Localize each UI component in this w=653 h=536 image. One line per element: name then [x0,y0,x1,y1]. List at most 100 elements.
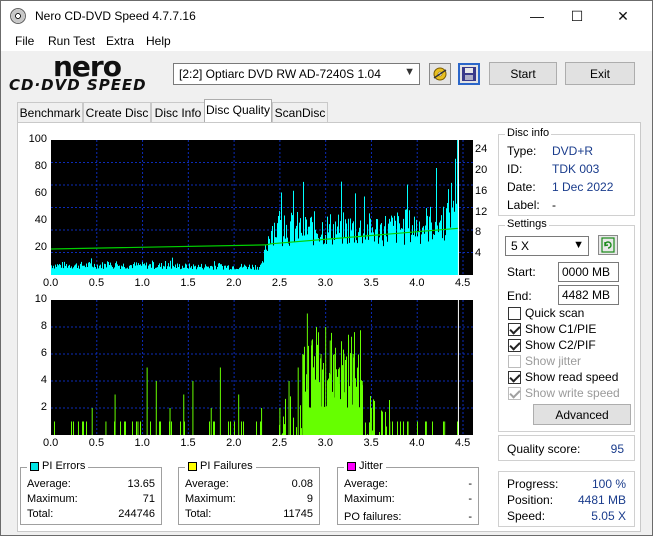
pi-failures-average-label: Average: [185,478,229,490]
checkbox-box[interactable] [508,322,521,336]
tab-scandisc[interactable]: ScanDisc [272,102,328,122]
pi-errors-total-label: Total: [27,508,54,520]
x-tick-label: 2.5 [271,437,288,449]
speed-value: 5.05 X [591,509,626,523]
advanced-button[interactable]: Advanced [533,404,631,425]
x-tick-label: 0.0 [43,277,59,289]
disc-date: 1 Dec 2022 [552,180,614,194]
tab-disc-quality[interactable]: Disc Quality [204,99,272,123]
checkbox-show-c2-pif[interactable]: Show C2/PIF [508,338,596,352]
tab-disc-info[interactable]: Disc Info [151,102,205,122]
pi-errors-average-label: Average: [27,478,71,490]
jitter-maximum-label: Maximum: [344,493,395,505]
x-tick-label: 2.5 [271,277,288,289]
quality-group: Quality score: 95 [498,435,635,461]
checkbox-label: Show jitter [525,354,582,368]
jitter-average: - [468,478,472,490]
checkbox-box [508,354,521,368]
pi-errors-stats: PI Errors Average: 13.65 Maximum: 71 Tot… [20,460,162,525]
progress-value: 100 % [591,477,626,491]
checkbox-box[interactable] [508,338,521,352]
x-tick-label: 0.0 [43,437,59,449]
disc-id: TDK 003 [552,162,600,176]
chevron-down-icon: ▼ [573,239,584,251]
speed-select[interactable]: 5 X ▼ [505,236,589,256]
quality-score-label: Quality score: [507,442,581,456]
y-tick-label: 4 [40,374,47,386]
start-button[interactable]: Start [489,62,557,85]
pi-errors-total: 244746 [118,508,155,520]
start-label: Start: [507,265,536,279]
x-tick-label: 0.5 [88,437,105,449]
eject-button[interactable] [429,63,451,85]
y-tick-label: 2 [40,401,47,413]
refresh-icon [601,237,615,253]
y2-tick-label: 20 [475,164,488,177]
x-tick-label: 4.0 [409,437,425,449]
x-tick-label: 1.0 [134,277,150,289]
y-tick-label: 8 [40,320,47,332]
exit-button[interactable]: Exit [565,62,635,85]
x-tick-label: 4.5 [455,437,471,449]
menu-extra[interactable]: Extra [106,34,134,48]
jitter-swatch [347,461,356,471]
checkbox-show-c1-pie[interactable]: Show C1/PIE [508,322,596,336]
po-failures-label: PO failures: [344,511,402,523]
menu-file[interactable]: File [15,34,34,48]
start-input[interactable]: 0000 MB [558,262,619,282]
jitter-legend: Jitter [344,460,386,472]
chevron-down-icon: ▼ [404,66,415,78]
pi-errors-title: PI Errors [42,460,86,472]
maximize-button[interactable]: ☐ [554,1,600,31]
checkbox-show-write-speed: Show write speed [508,386,620,400]
pi-errors-maximum: 71 [142,493,155,505]
y2-tick-label: 4 [475,247,482,260]
x-tick-label: 0.5 [88,277,105,289]
checkbox-label: Show C1/PIE [525,322,597,336]
title-bar: Nero CD-DVD Speed 4.7.7.16 — ☐ ✕ [1,1,652,31]
save-icon [462,67,476,81]
disc-info-title: Disc info [505,127,552,139]
pi-errors-legend: PI Errors [27,460,89,472]
pi-errors-plot [50,140,473,275]
jitter-maximum: - [468,493,472,505]
checkbox-label: Show C2/PIF [525,338,596,352]
checkbox-quick-scan[interactable]: Quick scan [508,306,584,320]
drive-select[interactable]: [2:2] Optiarc DVD RW AD-7240S 1.04 ▼ [173,63,420,85]
checkbox-box[interactable] [508,370,521,384]
x-tick-label: 1.5 [180,277,196,289]
disc-label: - [552,198,556,212]
save-button[interactable] [458,63,480,85]
tab-create-disc[interactable]: Create Disc [83,102,151,122]
tab-benchmark[interactable]: Benchmark [17,102,83,122]
checkbox-label: Show write speed [525,386,620,400]
pi-failures-total: 11745 [283,508,313,520]
menu-run-test[interactable]: Run Test [48,34,95,48]
y2-tick-label: 16 [475,184,488,197]
app-window: Nero CD-DVD Speed 4.7.7.16 — ☐ ✕ File Ru… [0,0,653,536]
logo-cd-dvd-speed: CD·DVD SPEED [9,76,147,94]
checkbox-box[interactable] [508,306,521,320]
pi-failures-chart [51,300,473,435]
jitter-average-label: Average: [344,478,388,490]
checkbox-show-read-speed[interactable]: Show read speed [508,370,618,384]
y-tick-label: 60 [34,187,47,199]
disc-date-label: Date: [507,180,536,194]
x-tick-label: 3.0 [317,277,333,289]
pi-errors-average: 13.65 [127,478,155,490]
y-tick-label: 100 [28,133,47,145]
x-tick-label: 1.0 [134,437,150,449]
refresh-button[interactable] [598,235,618,255]
x-tick-label: 3.5 [363,437,379,449]
x-tick-label: 2.0 [226,277,242,289]
disc-info-group: Disc info Type: DVD+R ID: TDK 003 Date: … [498,127,635,216]
pi-failures-total-label: Total: [185,508,212,520]
pi-failures-stats: PI Failures Average: 0.08 Maximum: 9 Tot… [178,460,320,525]
close-button[interactable]: ✕ [600,1,646,31]
settings-title: Settings [505,218,549,230]
pi-failures-maximum: 9 [306,493,313,505]
end-input[interactable]: 4482 MB [558,285,619,305]
x-tick-label: 4.0 [409,277,425,289]
menu-help[interactable]: Help [146,34,171,48]
end-label: End: [507,289,532,303]
